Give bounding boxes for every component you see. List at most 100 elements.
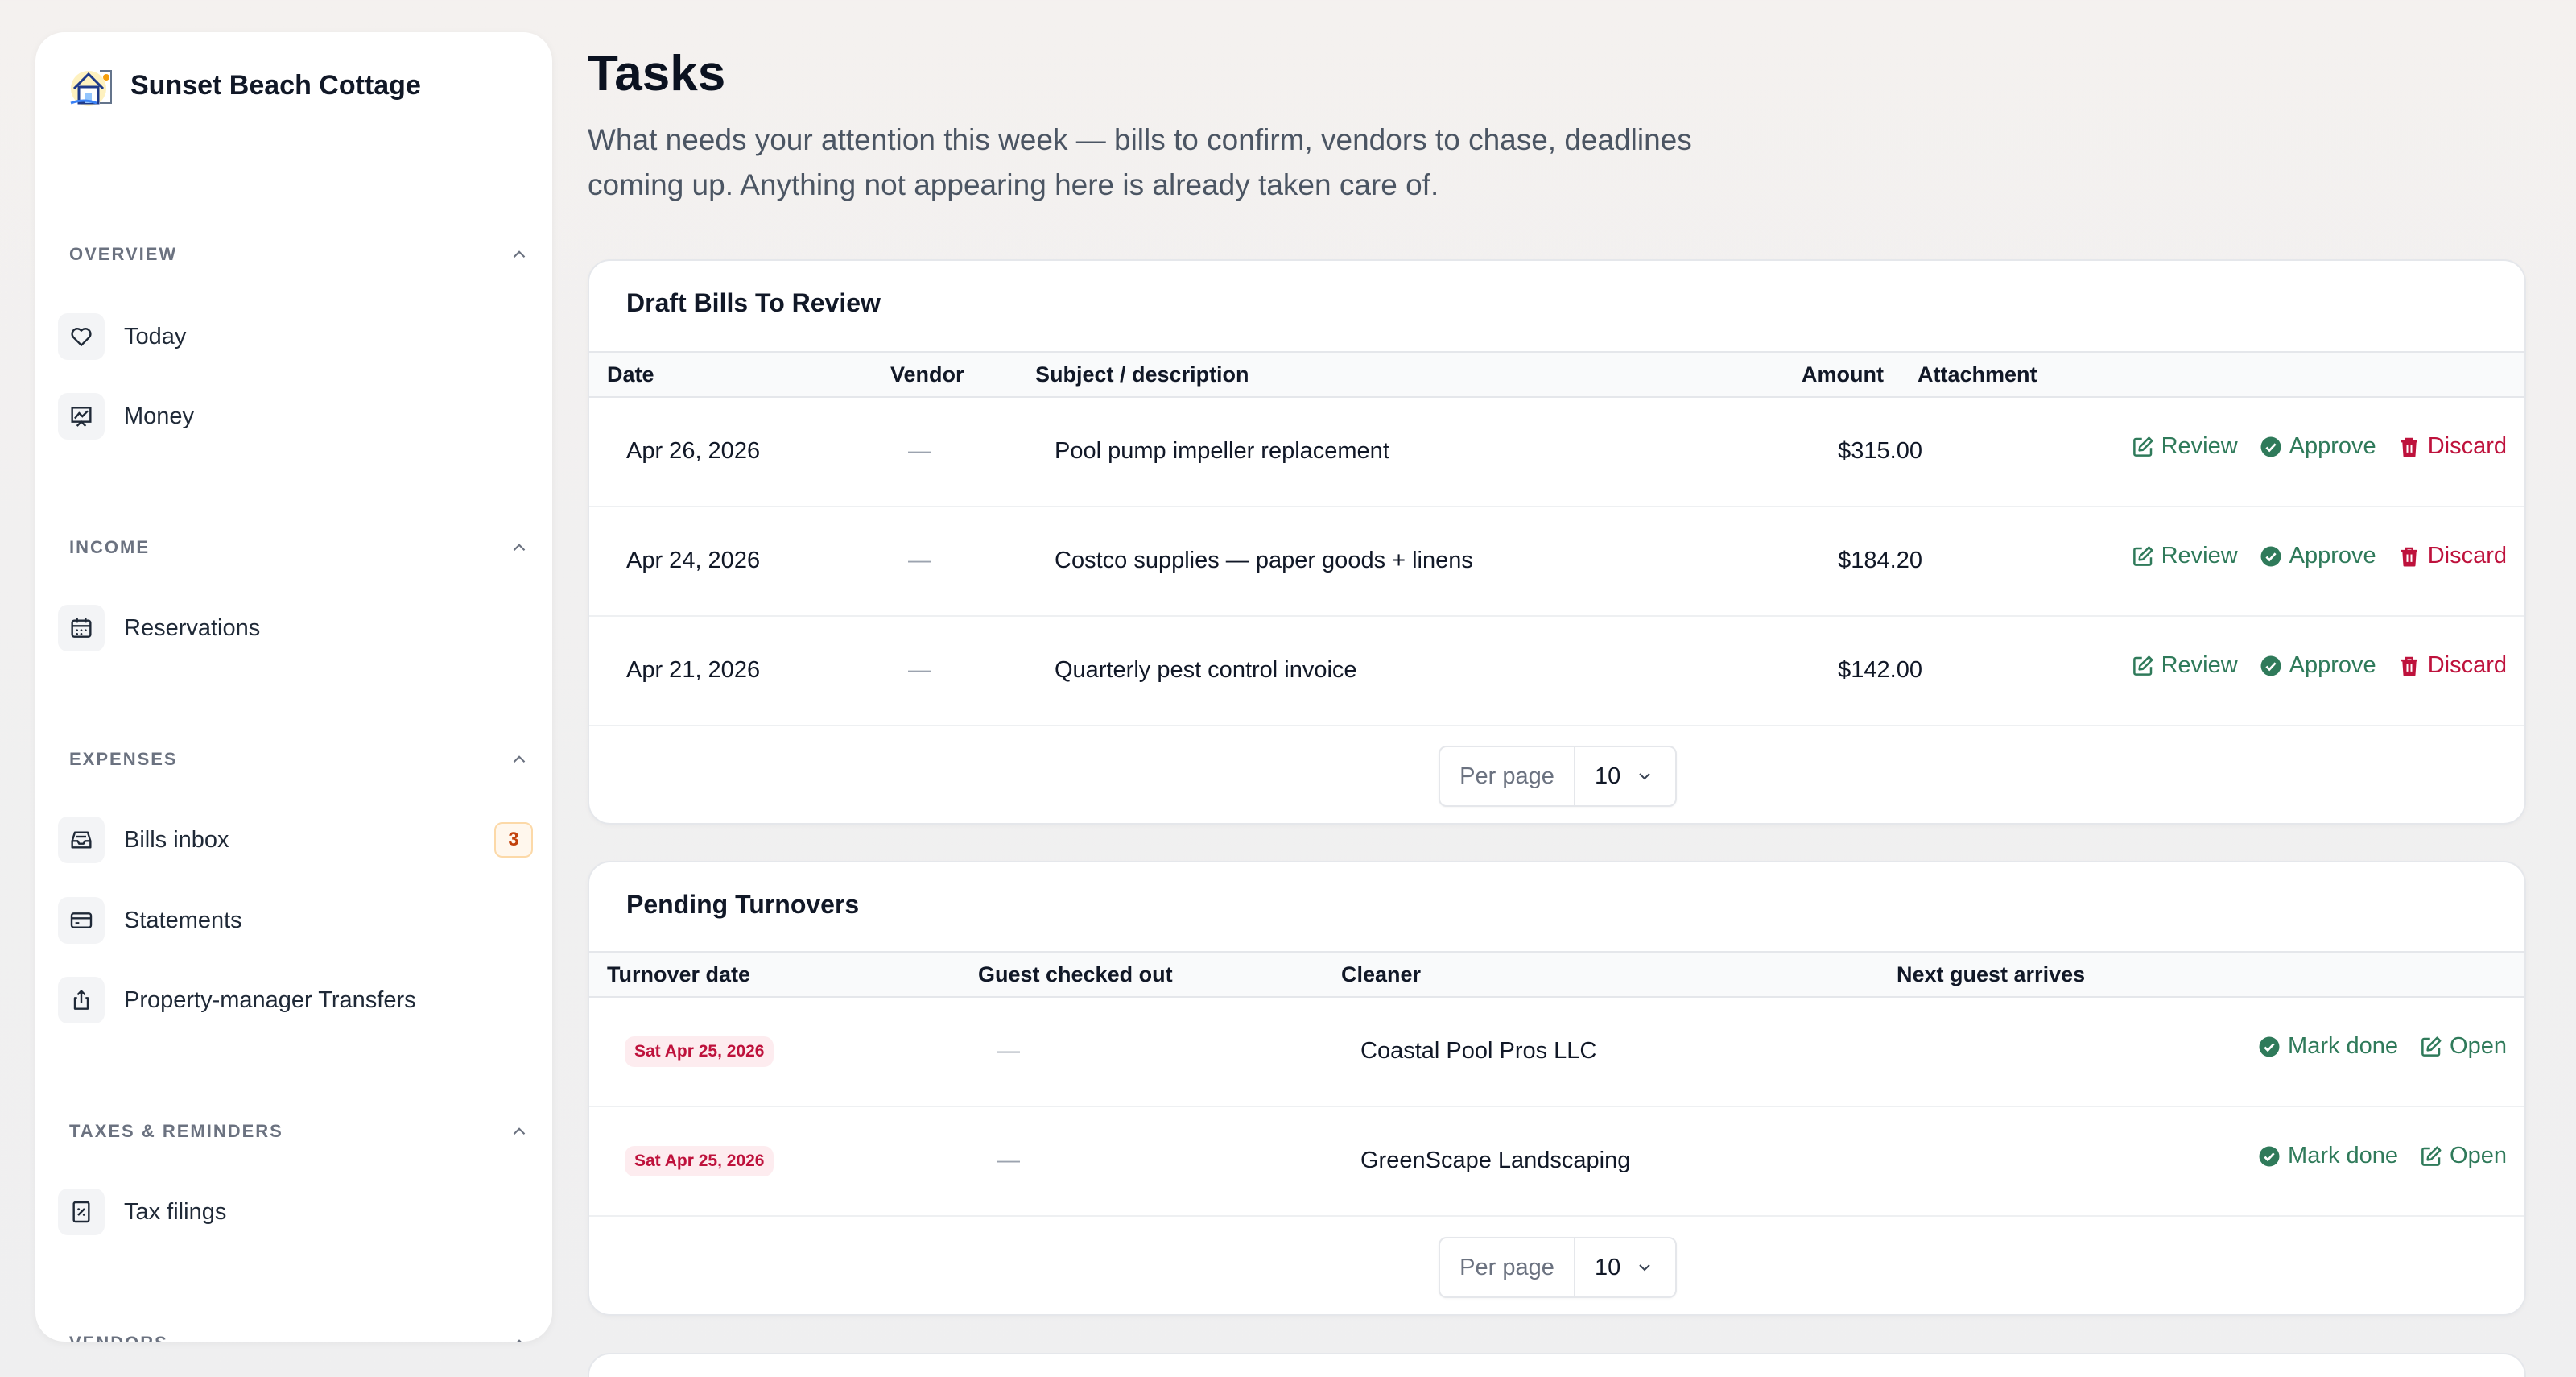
sidebar-item-bills-inbox[interactable]: Bills inbox 3: [55, 811, 533, 869]
column-header-guest-checked-out[interactable]: Guest checked out: [978, 962, 1173, 987]
section-income[interactable]: INCOME: [69, 531, 530, 564]
receipt-icon: [58, 1189, 105, 1235]
sidebar-item-money[interactable]: Money: [55, 387, 533, 445]
trash-icon: [2401, 437, 2417, 457]
column-header-turnover-date[interactable]: Turnover date: [607, 962, 750, 987]
row-actions: Review Approve Discard: [2131, 652, 2507, 679]
review-button[interactable]: Review: [2131, 652, 2238, 679]
edit-icon: [2132, 655, 2153, 676]
bill-subject: Quarterly pest control invoice: [1055, 657, 1357, 683]
section-expenses[interactable]: EXPENSES: [69, 743, 530, 775]
sidebar-item-tax-filings[interactable]: Tax filings: [55, 1183, 533, 1241]
bill-date: Apr 26, 2026: [626, 438, 761, 464]
approve-button[interactable]: Approve: [2259, 433, 2376, 460]
review-button[interactable]: Review: [2131, 433, 2238, 460]
chevron-up-icon[interactable]: [509, 749, 530, 770]
section-title: TAXES & REMINDERS: [69, 1121, 283, 1141]
cleaner-name: Coastal Pool Pros LLC: [1360, 1038, 1597, 1064]
mark-done-label: Mark done: [2288, 1033, 2399, 1059]
chevron-up-icon[interactable]: [509, 1333, 530, 1342]
card-title: Pending Turnovers: [626, 890, 860, 919]
sidebar-item-today[interactable]: Today: [55, 308, 533, 366]
section-taxes-reminders[interactable]: TAXES & REMINDERS: [69, 1115, 530, 1148]
table-row[interactable]: Apr 21, 2026 — Quarterly pest control in…: [589, 617, 2524, 726]
open-button[interactable]: Open: [2419, 1143, 2507, 1169]
edit-icon: [2421, 1146, 2442, 1166]
section-title: VENDORS: [69, 1333, 168, 1342]
brand[interactable]: Sunset Beach Cottage: [68, 60, 421, 111]
page-title: Tasks: [588, 46, 726, 101]
discard-button[interactable]: Discard: [2397, 652, 2507, 679]
per-page-select[interactable]: Per page 10: [1439, 1237, 1677, 1298]
table-row[interactable]: Apr 26, 2026 — Pool pump impeller replac…: [589, 398, 2524, 507]
chevron-down-icon: [1639, 773, 1650, 780]
bill-vendor: —: [908, 657, 931, 683]
approve-label: Approve: [2289, 543, 2376, 569]
open-button[interactable]: Open: [2419, 1033, 2507, 1060]
approve-button[interactable]: Approve: [2259, 652, 2376, 679]
edit-icon: [2421, 1036, 2442, 1057]
inbox-icon: [58, 817, 105, 863]
discard-button[interactable]: Discard: [2397, 543, 2507, 569]
table-header: Date Vendor Subject / description Amount…: [589, 351, 2524, 398]
section-title: OVERVIEW: [69, 244, 178, 264]
count-badge: 3: [494, 822, 533, 858]
check-circle-icon: [2259, 1146, 2280, 1166]
check-circle-icon: [2260, 436, 2281, 457]
discard-label: Discard: [2427, 543, 2507, 569]
review-button[interactable]: Review: [2131, 543, 2238, 569]
sidebar-item-label: Statements: [124, 907, 242, 933]
mark-done-button[interactable]: Mark done: [2257, 1143, 2398, 1169]
sidebar-item-label: Today: [124, 323, 187, 349]
review-label: Review: [2161, 433, 2238, 459]
sidebar-item-pm-transfers[interactable]: Property-manager Transfers: [55, 971, 533, 1029]
heart-icon: [58, 313, 105, 360]
bill-vendor: —: [908, 548, 931, 573]
column-header-vendor[interactable]: Vendor: [890, 362, 964, 387]
next-card: [588, 1353, 2526, 1377]
per-page-label: Per page: [1440, 1238, 1575, 1296]
mark-done-label: Mark done: [2288, 1143, 2399, 1168]
bill-amount: $184.20: [1838, 548, 1922, 573]
cleaner-name: GreenScape Landscaping: [1360, 1148, 1631, 1173]
column-header-date[interactable]: Date: [607, 362, 654, 387]
chevron-up-icon[interactable]: [509, 537, 530, 558]
approve-button[interactable]: Approve: [2259, 543, 2376, 569]
section-overview[interactable]: OVERVIEW: [69, 238, 530, 271]
trash-icon: [2401, 656, 2417, 676]
chevron-down-icon: [1639, 1264, 1650, 1272]
table-row[interactable]: Sat Apr 25, 2026 — Coastal Pool Pros LLC…: [589, 998, 2524, 1107]
per-page-select[interactable]: Per page 10: [1439, 746, 1677, 807]
mark-done-button[interactable]: Mark done: [2257, 1033, 2398, 1060]
house-logo-icon: [70, 70, 112, 106]
column-header-subject[interactable]: Subject / description: [1035, 362, 1249, 387]
review-label: Review: [2161, 652, 2238, 678]
per-page-label: Per page: [1440, 747, 1575, 805]
chart-icon: [58, 393, 105, 440]
per-page-number: 10: [1595, 1254, 1621, 1280]
per-page-value[interactable]: 10: [1575, 1255, 1675, 1281]
row-actions: Review Approve Discard: [2131, 543, 2507, 569]
table-row[interactable]: Apr 24, 2026 — Costco supplies — paper g…: [589, 507, 2524, 617]
per-page-value[interactable]: 10: [1575, 763, 1675, 790]
column-header-cleaner[interactable]: Cleaner: [1341, 962, 1421, 987]
open-label: Open: [2450, 1033, 2507, 1059]
column-header-amount[interactable]: Amount: [1802, 362, 1884, 387]
check-circle-icon: [2259, 1036, 2280, 1057]
pending-turnovers-card: Pending Turnovers Turnover date Guest ch…: [588, 861, 2526, 1316]
sidebar-item-reservations[interactable]: Reservations: [55, 599, 533, 657]
share-icon: [58, 977, 105, 1023]
chevron-up-icon[interactable]: [509, 1121, 530, 1142]
row-actions: Mark done Open: [2257, 1033, 2507, 1060]
card-title: Draft Bills To Review: [626, 288, 881, 317]
sidebar-item-statements[interactable]: Statements: [55, 891, 533, 949]
section-vendors[interactable]: VENDORS: [69, 1327, 530, 1342]
column-header-next-guest[interactable]: Next guest arrives: [1897, 962, 2085, 987]
column-header-attachment[interactable]: Attachment: [1918, 362, 2037, 387]
bill-date: Apr 21, 2026: [626, 657, 761, 683]
discard-button[interactable]: Discard: [2397, 433, 2507, 460]
bill-date: Apr 24, 2026: [626, 548, 761, 573]
discard-label: Discard: [2427, 652, 2507, 678]
chevron-up-icon[interactable]: [509, 244, 530, 265]
table-row[interactable]: Sat Apr 25, 2026 — GreenScape Landscapin…: [589, 1107, 2524, 1217]
